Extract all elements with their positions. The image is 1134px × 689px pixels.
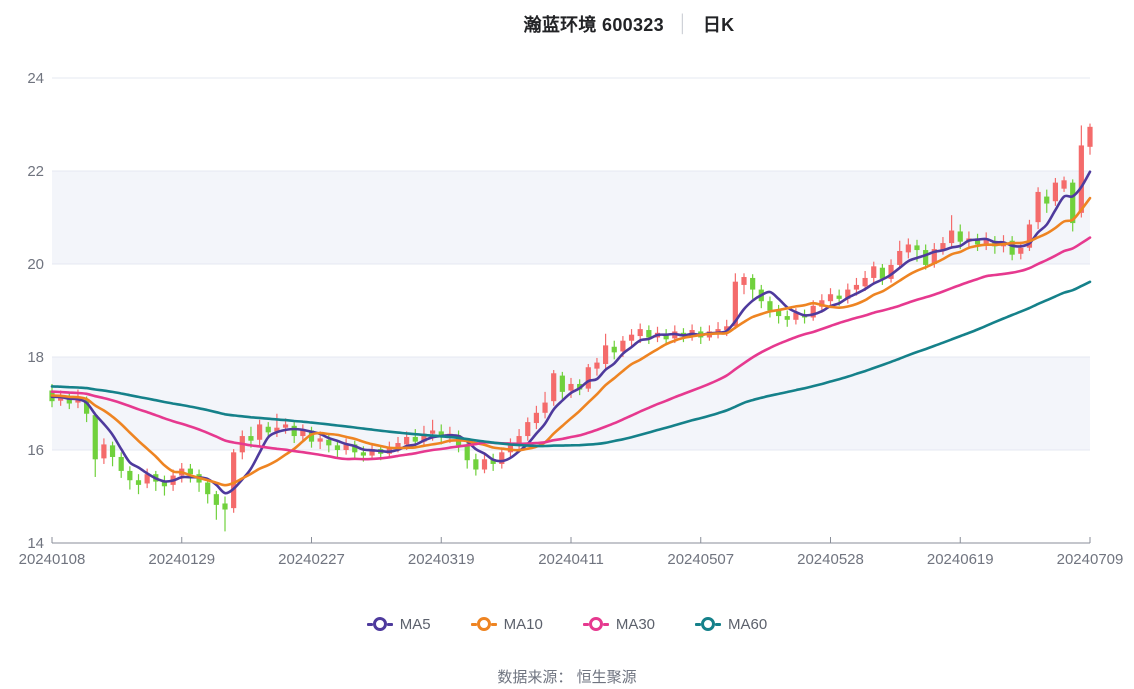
candle[interactable] (585, 367, 591, 389)
x-axis-label: 20240411 (538, 551, 604, 568)
x-axis-label: 20240709 (1057, 551, 1124, 568)
data-source-note: 数据来源： 恒生聚源 (497, 669, 637, 686)
candle[interactable] (92, 415, 98, 460)
ma60-legend-icon (701, 617, 716, 631)
candle[interactable] (853, 284, 860, 290)
x-axis-label: 20240129 (148, 551, 215, 568)
candle[interactable] (542, 402, 548, 413)
x-axis-label: 20240528 (797, 551, 864, 568)
candle[interactable] (611, 346, 617, 353)
candle[interactable] (265, 426, 271, 433)
candle[interactable] (784, 316, 790, 320)
ma5-line-stub-icon (386, 622, 393, 626)
candle[interactable] (248, 436, 254, 441)
legend-item-ma60[interactable]: MA60 (695, 616, 767, 633)
candle[interactable] (317, 438, 323, 442)
candle[interactable] (628, 334, 635, 341)
x-axis-label: 20240227 (278, 551, 345, 568)
candle[interactable] (914, 245, 920, 251)
candle[interactable] (568, 383, 574, 391)
ma30-line-stub-icon (582, 622, 589, 626)
legend-item-ma5[interactable]: MA5 (366, 615, 431, 633)
candle[interactable] (257, 424, 263, 440)
candle[interactable] (905, 244, 911, 253)
candle[interactable] (222, 503, 228, 510)
candle[interactable] (213, 494, 219, 505)
candle[interactable] (594, 362, 600, 369)
ma30-line-stub-icon (602, 622, 609, 626)
candle[interactable] (282, 424, 289, 428)
legend-item-ma10[interactable]: MA10 (470, 615, 543, 633)
legend-label: MA10 (503, 615, 543, 633)
candle[interactable] (923, 250, 929, 265)
candle[interactable] (481, 459, 488, 470)
candle[interactable] (603, 345, 609, 364)
candle[interactable] (404, 436, 410, 445)
candle[interactable] (1087, 126, 1093, 147)
candle[interactable] (205, 482, 211, 495)
ma5-legend-icon (372, 617, 387, 631)
candle[interactable] (1018, 247, 1024, 254)
candle[interactable] (334, 445, 341, 450)
ma10-legend-icon (476, 617, 491, 631)
candle[interactable] (412, 436, 418, 442)
candle[interactable] (326, 439, 332, 446)
candlestick-chart[interactable]: 20240108 20240129 20240227 20240319 20240411… (0, 0, 1134, 600)
candle[interactable] (360, 452, 366, 456)
candle[interactable] (291, 425, 297, 437)
candle[interactable] (741, 277, 747, 285)
candle[interactable] (949, 230, 955, 244)
candle[interactable] (862, 277, 868, 287)
candle[interactable] (620, 340, 626, 352)
x-axis-label: 20240507 (667, 551, 734, 568)
candle[interactable] (430, 430, 436, 434)
candle[interactable] (231, 452, 237, 509)
candle[interactable] (533, 412, 539, 424)
x-axis-label: 20240319 (408, 551, 475, 568)
candle[interactable] (637, 329, 643, 337)
candle[interactable] (646, 330, 652, 338)
candle[interactable] (473, 459, 479, 470)
candle[interactable] (827, 294, 834, 302)
ma10-line-stub-icon (490, 622, 497, 626)
candle[interactable] (871, 266, 877, 278)
candle[interactable] (559, 375, 565, 392)
candle[interactable] (1078, 145, 1084, 213)
ma60-line-stub-icon (715, 622, 722, 626)
candle[interactable] (118, 456, 124, 471)
candle[interactable] (464, 445, 470, 461)
candle[interactable] (1061, 180, 1067, 189)
candle[interactable] (1035, 191, 1041, 223)
candle[interactable] (127, 470, 133, 481)
candle[interactable] (101, 444, 107, 459)
ma30-legend-icon (588, 617, 603, 631)
candle[interactable] (1052, 182, 1058, 202)
y-axis-label: 18 (27, 349, 44, 366)
candle[interactable] (135, 480, 142, 485)
candle[interactable] (750, 277, 756, 290)
x-axis-label: 20240619 (927, 551, 994, 568)
legend-item-ma30[interactable]: MA30 (582, 615, 656, 633)
candle[interactable] (525, 422, 531, 437)
candle[interactable] (767, 301, 773, 311)
chart-legend: MA5 MA10 MA30 MA60 (0, 611, 1134, 637)
stock-chart-page: 瀚蓝环境 600323 │ 日K 20240108 20240129 2024022… (0, 0, 1134, 689)
y-axis-label: 22 (27, 163, 44, 180)
candle[interactable] (836, 295, 842, 299)
ma5-line-stub-icon (366, 622, 373, 626)
candle[interactable] (551, 373, 557, 402)
candle[interactable] (957, 231, 963, 242)
legend-label: MA30 (615, 615, 656, 633)
candle[interactable] (1044, 196, 1050, 204)
ma10-line-stub-icon (470, 622, 477, 626)
y-axis-label: 14 (27, 535, 44, 552)
legend-label: MA60 (728, 615, 768, 633)
legend-label: MA5 (399, 615, 431, 633)
candle[interactable] (109, 445, 116, 457)
y-axis-label: 16 (27, 442, 44, 459)
x-axis-label: 20240108 (19, 551, 86, 568)
candle[interactable] (897, 250, 903, 265)
y-axis-label: 24 (27, 70, 44, 87)
y-axis-label: 20 (27, 256, 44, 273)
